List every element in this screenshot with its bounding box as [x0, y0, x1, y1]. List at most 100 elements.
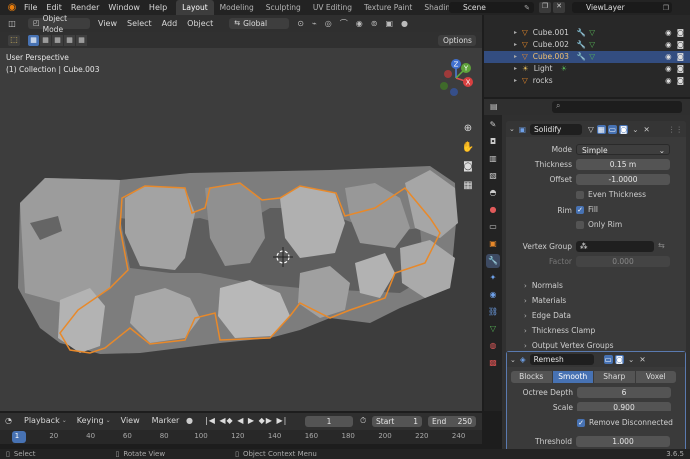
expand-arrow-icon[interactable]: ▸ — [514, 63, 517, 75]
end-frame-field[interactable]: End 250 — [428, 416, 476, 427]
expand-arrow-icon[interactable]: ▸ — [514, 39, 517, 51]
object-tab-icon[interactable]: ▣ — [486, 237, 500, 251]
threshold-field[interactable]: 1.000 — [576, 436, 670, 447]
playback-controls-icon[interactable]: |◀ ◀◆ ◀ ▶ ◆▶ ▶| — [205, 416, 287, 425]
workspace-tab-sculpting[interactable]: Sculpting — [260, 0, 307, 15]
neg-x-axis-icon[interactable] — [444, 70, 452, 78]
menu-edit[interactable]: Edit — [46, 3, 62, 12]
select-extend-icon[interactable]: ▦ — [40, 35, 51, 46]
render-camera-icon[interactable]: ◙ — [677, 51, 684, 63]
visibility-eye-icon[interactable]: ◉ — [665, 75, 672, 87]
visibility-eye-icon[interactable]: ◉ — [665, 63, 672, 75]
navigation-gizmo[interactable]: X Z Y — [436, 56, 476, 100]
world-tab-icon[interactable]: ● — [486, 203, 500, 217]
scale-field[interactable]: 0.900 — [577, 402, 671, 411]
camera-icon[interactable]: ◙ — [460, 162, 476, 178]
menu-file[interactable]: File — [24, 3, 37, 12]
collapse-chevron-icon[interactable]: ⌄ — [509, 125, 515, 133]
outliner-item[interactable]: ▸ ▽ Cube.002 🔧 ▽ ◉ ◙ — [484, 39, 690, 51]
vertex-group-field[interactable]: ⁂ — [576, 241, 654, 252]
viewport-menu-select[interactable]: Select — [127, 19, 152, 28]
remesh-dropdown-icon[interactable]: ⌄ — [628, 355, 634, 364]
remesh-mode-sharp[interactable]: Sharp — [594, 371, 635, 383]
modifier-wrench-icon[interactable]: 🔧 — [577, 39, 586, 51]
remesh-mode-smooth[interactable]: Smooth — [552, 371, 593, 383]
current-frame-field[interactable]: 1 — [305, 416, 353, 427]
menu-window[interactable]: Window — [108, 3, 140, 12]
only-rim-checkbox[interactable]: Only Rim — [576, 220, 622, 229]
select-invert-icon[interactable]: ▦ — [64, 35, 75, 46]
scene-selector[interactable]: Scene ✎ — [449, 2, 534, 13]
mesh-data-icon[interactable]: ▽ — [589, 39, 595, 51]
neg-z-axis-icon[interactable] — [450, 88, 458, 96]
expand-arrow-icon[interactable]: ▸ — [514, 27, 517, 39]
data-tab-icon[interactable]: ▽ — [486, 322, 500, 336]
timeline-menu-playback[interactable]: Playback — [24, 416, 60, 425]
mesh-data-icon[interactable]: ▽ — [589, 27, 595, 39]
material-tab-icon[interactable]: ◍ — [486, 339, 500, 353]
outliner-item-name[interactable]: Cube.001 — [533, 27, 569, 39]
select-new-icon[interactable]: ▦ — [28, 35, 39, 46]
orientation-dropdown[interactable]: ⇆ Global — [229, 18, 290, 29]
mesh-data-icon[interactable]: ▽ — [589, 51, 595, 63]
even-thickness-checkbox[interactable]: Even Thickness — [576, 190, 646, 199]
visibility-eye-icon[interactable]: ◉ — [665, 27, 672, 39]
viewport-toggle-icon[interactable]: ▭ — [607, 124, 617, 134]
viewport-menu-add[interactable]: Add — [162, 19, 178, 28]
view-layer-tab-icon[interactable]: ▧ — [486, 169, 500, 183]
editor-type-icon[interactable]: ◫ — [4, 19, 20, 29]
snap-icon[interactable]: ⌁ — [312, 19, 317, 29]
outliner-item[interactable]: ▸ ☀ Light ☀ ◉ ◙ — [484, 63, 690, 75]
mode-dropdown[interactable]: Simple ⌄ — [576, 144, 670, 155]
output-tab-icon[interactable]: ▥ — [486, 152, 500, 166]
grid-ortho-icon[interactable]: ▦ — [460, 181, 476, 197]
3d-viewport[interactable]: User Perspective (1) Collection | Cube.0… — [0, 48, 482, 411]
shading-solid-icon[interactable]: ● — [401, 19, 408, 29]
pivot-icon[interactable]: ⊙ — [297, 19, 304, 29]
new-scene-button[interactable]: ❐ — [539, 2, 551, 13]
outliner-item[interactable]: ▸ ▽ Cube.003 🔧 ▽ ◉ ◙ — [484, 51, 690, 63]
particles-tab-icon[interactable]: ✦ — [486, 271, 500, 285]
menu-render[interactable]: Render — [71, 3, 99, 12]
outliner-item-name[interactable]: rocks — [533, 75, 553, 87]
light-data-icon[interactable]: ☀ — [560, 63, 567, 75]
start-frame-field[interactable]: Start 1 — [372, 416, 422, 427]
zoom-icon[interactable]: ⊕ — [460, 124, 476, 140]
outliner-item[interactable]: ▸ ▽ Cube.001 🔧 ▽ ◉ ◙ — [484, 27, 690, 39]
remesh-name-field[interactable]: Remesh — [529, 354, 594, 365]
overlay-icon[interactable]: ⊚ — [371, 19, 378, 29]
dropdown-chevron-icon[interactable]: ⌄ — [632, 125, 638, 134]
cage-toggle-icon[interactable]: ▦ — [596, 124, 606, 134]
modifier-wrench-icon[interactable]: 🔧 — [577, 27, 586, 39]
drag-handle-icon[interactable]: ⋮⋮ — [668, 125, 683, 134]
visibility-eye-icon[interactable]: ◉ — [665, 39, 672, 51]
expand-arrow-icon[interactable]: ▸ — [514, 51, 517, 63]
render-camera-icon[interactable]: ◙ — [677, 39, 684, 51]
proportional-icon[interactable]: ◎ — [325, 19, 332, 29]
texture-tab-icon[interactable]: ▩ — [486, 356, 500, 370]
render-camera-icon[interactable]: ◙ — [677, 75, 684, 87]
scene-tab-icon[interactable]: ◓ — [486, 186, 500, 200]
factor-field[interactable]: 0.000 — [576, 256, 670, 267]
offset-field[interactable]: -1.0000 — [576, 174, 670, 185]
remesh-render-toggle-icon[interactable]: ◙ — [614, 355, 625, 364]
outliner-item[interactable]: ▸ ▽ rocks ◉ ◙ — [484, 75, 690, 87]
edit-mode-toggle-icon[interactable]: ▽ — [588, 125, 594, 134]
select-intersect-icon[interactable]: ▦ — [76, 35, 87, 46]
viewport-menu-object[interactable]: Object — [187, 19, 213, 28]
timeline-editor-icon[interactable]: ◔ — [5, 416, 12, 426]
render-tab-icon[interactable]: ◘ — [486, 135, 500, 149]
falloff-icon[interactable]: ⌒ — [340, 19, 348, 29]
remesh-remove-icon[interactable]: ✕ — [639, 355, 645, 364]
subpanel-thickness-clamp[interactable]: › Thickness Clamp — [506, 323, 686, 338]
remesh-collapse-icon[interactable]: ⌄ — [510, 356, 516, 364]
outliner-item-name[interactable]: Cube.003 — [533, 51, 569, 63]
visibility-eye-icon[interactable]: ◉ — [665, 51, 672, 63]
collection-tab-icon[interactable]: ▭ — [486, 220, 500, 234]
render-camera-icon[interactable]: ◙ — [677, 27, 684, 39]
record-icon[interactable]: ● — [186, 416, 193, 426]
visibility-icon[interactable]: ◉ — [356, 19, 363, 29]
remove-modifier-icon[interactable]: ✕ — [644, 125, 650, 134]
expand-arrow-icon[interactable]: ▸ — [514, 75, 517, 87]
mode-dropdown[interactable]: ◰ Object Mode — [28, 14, 90, 34]
